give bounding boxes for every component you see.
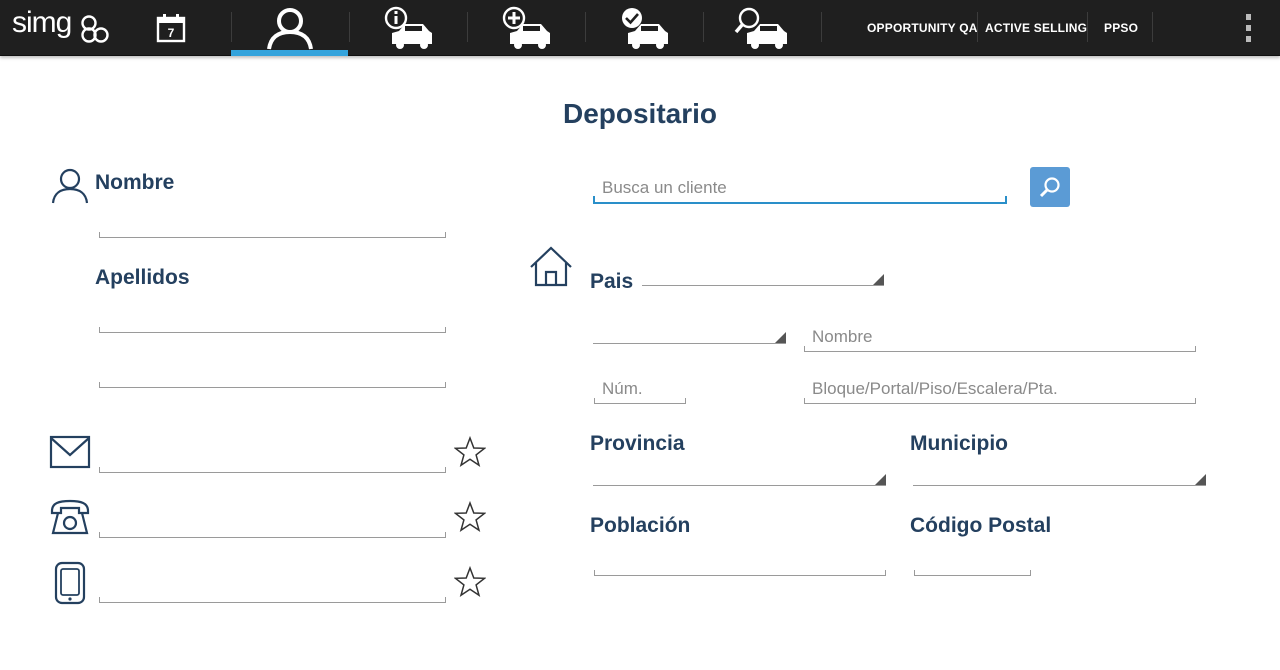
- codigo-postal-label: Código Postal: [910, 514, 1052, 537]
- nav-separator: [1087, 12, 1088, 42]
- nav-vehicle-info-button[interactable]: [380, 0, 436, 56]
- customer-search-input[interactable]: [593, 196, 1007, 204]
- user-icon: [51, 168, 89, 204]
- codigo-postal-input[interactable]: [914, 570, 1031, 576]
- poblacion-label: Población: [590, 514, 691, 537]
- active-tab-indicator: [231, 50, 348, 56]
- car-search-icon: [734, 7, 787, 49]
- nav-calendar-button[interactable]: 7: [150, 0, 192, 56]
- street-type-dropdown-arrow: [775, 332, 786, 343]
- calendar-icon: 7: [156, 14, 186, 43]
- overflow-dot: [1245, 25, 1251, 31]
- pais-dropdown-arrow: [873, 274, 884, 285]
- street-type-select[interactable]: [593, 338, 786, 344]
- calendar-day-number: 7: [168, 26, 175, 40]
- star-icon[interactable]: [454, 566, 486, 598]
- phone-icon: [50, 499, 90, 535]
- nav-vehicle-check-button[interactable]: [616, 0, 672, 56]
- detail-placeholder: Bloque/Portal/Piso/Escalera/Pta.: [812, 379, 1058, 398]
- municipio-dropdown-arrow: [1195, 474, 1206, 485]
- pais-label: Pais: [590, 270, 634, 293]
- pais-select[interactable]: [642, 280, 884, 286]
- apellido2-input[interactable]: [99, 382, 446, 388]
- municipio-select[interactable]: [913, 480, 1206, 486]
- menu-ppso[interactable]: PPSO: [1104, 0, 1138, 56]
- nav-separator: [821, 12, 822, 42]
- street-name-input[interactable]: [804, 346, 1196, 352]
- apellido1-input[interactable]: [99, 327, 446, 333]
- phone-input[interactable]: [99, 532, 446, 538]
- app-logo[interactable]: simg: [12, 6, 112, 50]
- menu-opportunity-qa[interactable]: OPPORTUNITY QA: [867, 0, 978, 56]
- municipio-label: Municipio: [910, 432, 1008, 455]
- provincia-dropdown-arrow: [875, 474, 886, 485]
- nav-vehicle-search-button[interactable]: [734, 0, 790, 56]
- provincia-label: Provincia: [590, 432, 685, 455]
- number-input[interactable]: [594, 398, 686, 404]
- page-title: Depositario: [562, 98, 718, 129]
- apellidos-label: Apellidos: [95, 266, 190, 289]
- top-navigation-bar: simg 7 OPPORTUNITY QA ACTIVE SELLING PPS…: [0, 0, 1280, 56]
- car-check-icon: [622, 8, 668, 49]
- customer-search-placeholder: Busca un cliente: [602, 178, 727, 197]
- nav-separator: [977, 12, 978, 42]
- star-icon[interactable]: [454, 501, 486, 533]
- number-placeholder: Núm.: [602, 379, 643, 398]
- house-icon: [530, 246, 572, 287]
- nombre-label: Nombre: [95, 171, 175, 194]
- detail-input[interactable]: [804, 398, 1196, 404]
- provincia-select[interactable]: [593, 480, 886, 486]
- nav-separator: [1152, 12, 1153, 42]
- car-info-icon: [384, 6, 432, 49]
- search-icon: [1039, 177, 1060, 198]
- nav-vehicle-add-button[interactable]: [498, 0, 554, 56]
- overflow-menu-button[interactable]: [1238, 14, 1258, 42]
- person-icon: [266, 8, 313, 50]
- nombre-input[interactable]: [99, 232, 446, 238]
- nav-separator: [467, 12, 468, 42]
- email-input[interactable]: [99, 467, 446, 473]
- overflow-dot: [1245, 36, 1251, 42]
- menu-active-selling[interactable]: ACTIVE SELLING: [985, 0, 1087, 56]
- logo-mark-icon: [81, 15, 109, 43]
- nav-separator: [703, 12, 704, 42]
- nav-separator: [585, 12, 586, 42]
- logo-text: simg: [12, 6, 72, 39]
- mobile-input[interactable]: [99, 597, 446, 603]
- car-add-icon: [502, 6, 550, 49]
- street-name-placeholder: Nombre: [812, 327, 873, 346]
- email-icon: [49, 435, 91, 469]
- poblacion-input[interactable]: [594, 570, 886, 576]
- customer-search-button[interactable]: [1030, 167, 1070, 207]
- overflow-dot: [1245, 14, 1251, 20]
- star-icon[interactable]: [454, 436, 486, 468]
- nav-separator: [349, 12, 350, 42]
- mobile-icon: [54, 561, 86, 605]
- nav-customer-button[interactable]: [231, 0, 348, 56]
